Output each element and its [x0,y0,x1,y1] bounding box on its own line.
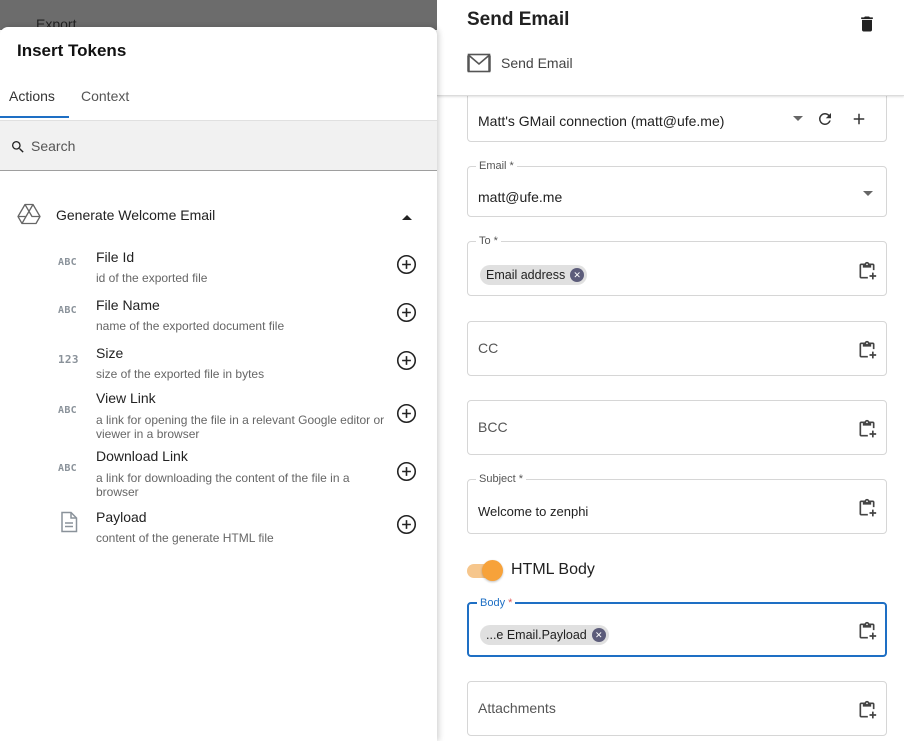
dropdown-arrow-icon[interactable] [792,115,804,123]
insert-token-icon[interactable] [857,340,877,360]
attachments-field[interactable]: Attachments [467,681,887,736]
dropdown-arrow-icon[interactable] [862,190,874,198]
collapse-caret-icon[interactable] [401,213,413,221]
to-chip[interactable]: Email address ✕ [480,265,588,285]
add-token-icon[interactable] [396,461,417,482]
token-description: id of the exported file [96,271,208,285]
token-name: Size [96,345,124,361]
subject-label: Subject * [476,473,527,485]
token-name: File Id [96,249,135,265]
token-name: Payload [96,509,147,525]
html-body-toggle[interactable] [467,560,503,582]
body-chip[interactable]: ...e Email.Payload ✕ [480,625,609,645]
toggle-knob [482,560,503,581]
token-name: File Name [96,297,160,313]
to-chip-label: Email address [486,268,566,282]
body-label: Body * [477,597,516,609]
insert-tokens-title: Insert Tokens [17,41,127,60]
token-description: a link for downloading the content of th… [96,471,350,499]
group-title[interactable]: Generate Welcome Email [56,207,215,223]
chip-remove-icon[interactable]: ✕ [591,628,606,642]
chip-remove-icon[interactable]: ✕ [570,268,585,282]
email-label: Email * [476,160,517,172]
search-bar [0,120,437,171]
search-input[interactable] [31,135,411,157]
trash-icon[interactable] [857,13,877,35]
html-body-label: HTML Body [511,561,595,578]
add-token-icon[interactable] [396,514,417,535]
token-description: content of the generate HTML file [96,531,274,545]
type-badge: ABC [58,305,77,316]
active-tab-indicator [0,116,69,118]
bcc-placeholder: BCC [478,419,508,435]
token-name: Download Link [96,448,188,464]
bcc-field[interactable]: BCC [467,400,887,455]
tab-actions[interactable]: Actions [9,88,55,104]
token-name: View Link [96,390,156,406]
type-badge: 123 [58,353,79,366]
email-value: matt@ufe.me [478,189,563,205]
type-badge: ABC [58,257,77,268]
add-token-icon[interactable] [396,302,417,323]
send-email-header: Send Email Send Email [437,0,904,96]
document-icon [61,511,78,533]
insert-token-icon[interactable] [857,419,877,439]
panel-subtitle: Send Email [501,55,573,71]
gmail-icon [467,53,491,73]
token-description: size of the exported file in bytes [96,367,265,381]
connection-select[interactable]: Matt's GMail connection (matt@ufe.me) [467,90,887,142]
subject-value: Welcome to zenphi [478,504,589,519]
tab-context[interactable]: Context [81,88,129,104]
type-badge: ABC [58,405,77,416]
cc-placeholder: CC [478,340,499,356]
insert-tokens-panel: Insert Tokens Actions Context Generate W… [0,27,437,741]
cc-field[interactable]: CC [467,321,887,376]
token-description: a link for opening the file in a relevan… [96,413,385,441]
subject-field[interactable]: Subject * Welcome to zenphi [467,473,887,534]
insert-token-icon[interactable] [857,261,877,281]
add-connection-icon[interactable] [850,110,868,128]
connection-value: Matt's GMail connection (matt@ufe.me) [478,113,725,129]
refresh-icon[interactable] [816,110,834,128]
to-field[interactable]: To * Email address ✕ [467,235,887,296]
type-badge: ABC [58,463,77,474]
attachments-placeholder: Attachments [478,700,556,716]
google-drive-icon [17,203,41,225]
email-field[interactable]: Email * matt@ufe.me [467,160,887,217]
search-icon [12,141,24,153]
token-description: name of the exported document file [96,319,285,333]
background-overlay: Export [0,0,437,30]
add-token-icon[interactable] [396,403,417,424]
insert-token-icon[interactable] [857,700,877,720]
to-label: To * [476,235,501,247]
add-token-icon[interactable] [396,350,417,371]
panel-title: Send Email [467,9,570,30]
body-field[interactable]: Body * ...e Email.Payload ✕ [467,597,887,657]
insert-token-icon[interactable] [857,498,877,518]
send-email-panel: Matt's GMail connection (matt@ufe.me) Se… [437,0,904,741]
insert-token-icon[interactable] [857,621,877,641]
add-token-icon[interactable] [396,254,417,275]
body-chip-label: ...e Email.Payload [486,628,587,642]
